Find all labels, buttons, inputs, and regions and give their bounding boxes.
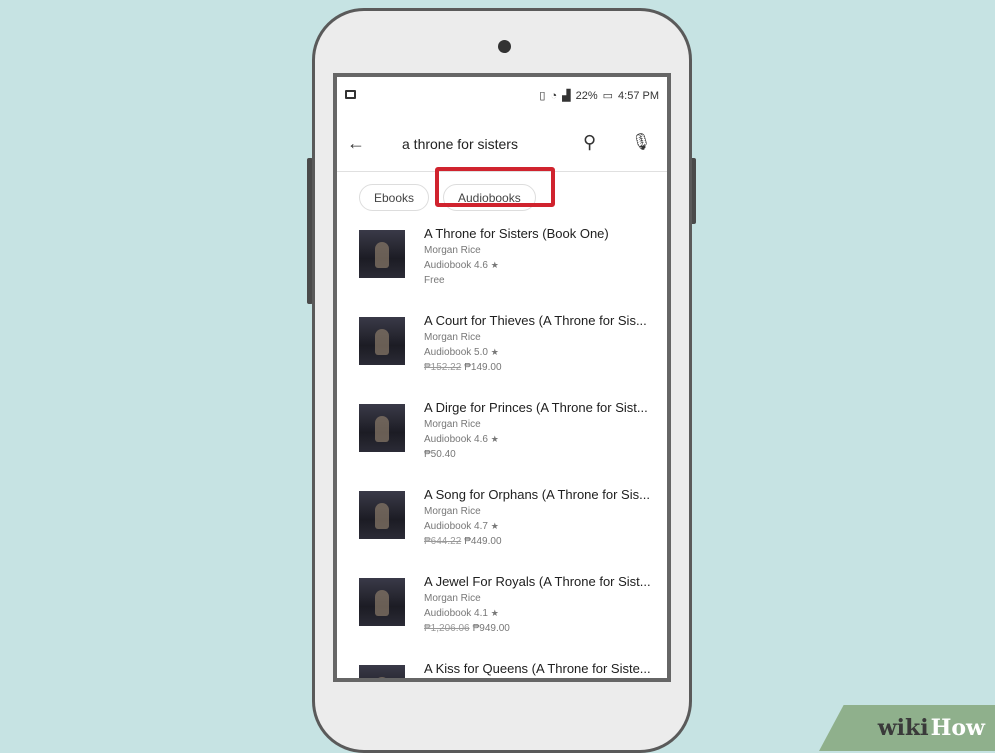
book-author: Morgan Rice: [424, 506, 481, 517]
star-icon: ★: [490, 521, 499, 531]
book-type-rating: Audiobook 4.6 ★: [424, 260, 499, 271]
book-cover: [359, 491, 405, 539]
camera-icon: [498, 40, 511, 53]
list-item[interactable]: A Court for Thieves (A Throne for Sis...…: [357, 311, 667, 398]
book-price: ₱152.22 ₱149.00: [424, 362, 502, 373]
book-title: A Court for Thieves (A Throne for Sis...: [424, 313, 647, 328]
book-title: A Throne for Sisters (Book One): [424, 226, 609, 241]
microphone-icon[interactable]: 🎙: [631, 132, 651, 152]
chip-ebooks[interactable]: Ebooks: [359, 184, 430, 211]
signal-icon: ▟: [562, 90, 571, 102]
book-author: Morgan Rice: [424, 593, 481, 604]
highlight-box: [435, 167, 555, 207]
book-cover: [359, 578, 405, 626]
clock: 4:57 PM: [618, 89, 659, 102]
book-cover: [359, 404, 405, 452]
book-title: A Dirge for Princes (A Throne for Sist..…: [424, 400, 648, 415]
wikihow-watermark: wiki How: [819, 705, 995, 751]
list-item[interactable]: A Song for Orphans (A Throne for Sis... …: [357, 485, 667, 572]
star-icon: ★: [490, 434, 499, 444]
book-type-rating: Audiobook 4.7 ★: [424, 521, 499, 532]
book-price: ₱50.40: [424, 449, 456, 460]
status-bar: ▯ ◔ ▟ 22% ▭ 4:57 PM: [337, 77, 667, 119]
star-icon: ★: [490, 608, 499, 618]
results-list: A Throne for Sisters (Book One) Morgan R…: [337, 224, 667, 678]
list-item[interactable]: A Jewel For Royals (A Throne for Sist...…: [357, 572, 667, 659]
book-title: A Jewel For Royals (A Throne for Sist...: [424, 574, 651, 589]
wifi-icon: ◔: [550, 89, 558, 102]
phone-screen: ▯ ◔ ▟ 22% ▭ 4:57 PM ← a throne for siste…: [333, 73, 671, 682]
book-type-rating: Audiobook 4.6 ★: [424, 434, 499, 445]
book-author: Morgan Rice: [424, 419, 481, 430]
book-price: Free: [424, 275, 445, 286]
book-cover: [359, 665, 405, 678]
book-author: Morgan Rice: [424, 245, 481, 256]
book-title: A Song for Orphans (A Throne for Sis...: [424, 487, 650, 502]
search-input[interactable]: a throne for sisters: [402, 136, 518, 152]
battery-icon: ▭: [602, 90, 614, 102]
book-cover: [359, 230, 405, 278]
book-title: A Kiss for Queens (A Throne for Siste...: [424, 661, 651, 676]
list-item[interactable]: A Throne for Sisters (Book One) Morgan R…: [357, 224, 667, 311]
book-author: Morgan Rice: [424, 332, 481, 343]
book-price: ₱644.22 ₱449.00: [424, 536, 502, 547]
notification-icon: [345, 90, 356, 99]
book-price: ₱1,206.06 ₱949.00: [424, 623, 510, 634]
back-arrow-icon[interactable]: ←: [347, 133, 365, 154]
list-item[interactable]: A Dirge for Princes (A Throne for Sist..…: [357, 398, 667, 485]
search-icon[interactable]: ⚲: [583, 132, 596, 153]
search-bar: ← a throne for sisters ⚲ 🎙: [337, 119, 667, 172]
star-icon: ★: [490, 260, 499, 270]
battery-percent: 22%: [575, 89, 598, 102]
vibrate-icon: ▯: [539, 90, 546, 102]
list-item[interactable]: A Kiss for Queens (A Throne for Siste...: [357, 659, 667, 678]
star-icon: ★: [490, 347, 499, 357]
book-type-rating: Audiobook 4.1 ★: [424, 608, 499, 619]
status-icons: ▯ ◔ ▟ 22% ▭ 4:57 PM: [539, 89, 659, 103]
book-cover: [359, 317, 405, 365]
book-type-rating: Audiobook 5.0 ★: [424, 347, 499, 358]
